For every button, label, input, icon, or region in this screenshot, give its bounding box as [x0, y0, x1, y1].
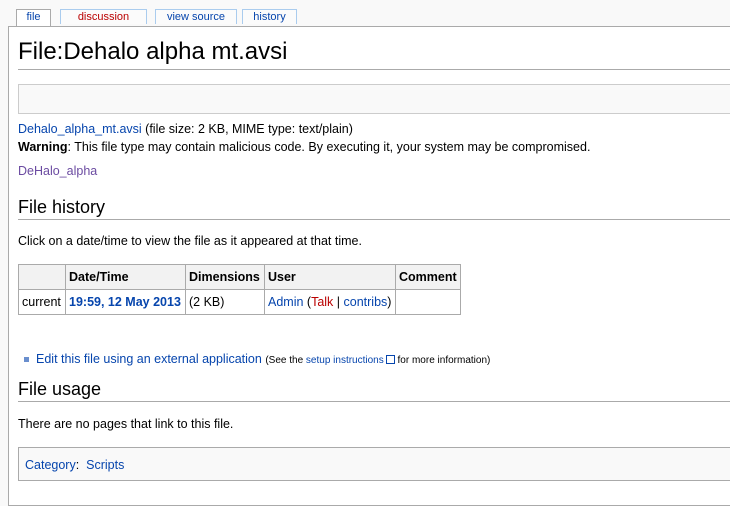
file-history-heading: File history: [18, 195, 730, 220]
tab-history-label[interactable]: history: [253, 11, 285, 23]
external-edit-note: (See the setup instructions for more inf…: [265, 355, 490, 366]
setup-instructions-link[interactable]: setup instructions: [306, 355, 384, 366]
datetime-link[interactable]: 19:59, 12 May 2013: [69, 295, 181, 309]
category-scripts-link[interactable]: Scripts: [86, 458, 124, 472]
tab-view-source-label[interactable]: view source: [167, 11, 225, 23]
bullet-icon: [24, 357, 29, 363]
related-page: DeHalo_alpha: [18, 164, 97, 178]
tab-file-label[interactable]: file: [26, 11, 40, 23]
note-suffix: for more information): [394, 355, 491, 366]
warning-label: Warning: [18, 140, 68, 154]
tab-discussion-label[interactable]: discussion: [78, 11, 129, 23]
file-usage-heading: File usage: [18, 377, 730, 402]
column-header-version: [18, 264, 66, 290]
column-header-user: User: [264, 264, 396, 290]
file-history-intro: Click on a date/time to view the file as…: [18, 234, 362, 248]
external-edit-link[interactable]: Edit this file using an external applica…: [36, 352, 262, 366]
content-area: File:Dehalo alpha mt.avsi Dehalo_alpha_m…: [8, 26, 730, 506]
user-link[interactable]: Admin: [268, 295, 303, 309]
dimensions-cell: (2 KB): [185, 289, 265, 315]
column-header-datetime: Date/Time: [65, 264, 186, 290]
column-header-comment: Comment: [395, 264, 461, 290]
version-cell: current: [18, 289, 66, 315]
user-cell: Admin (Talk | contribs): [264, 289, 396, 315]
file-info-line: Dehalo_alpha_mt.avsi (file size: 2 KB, M…: [18, 121, 353, 137]
tab-history[interactable]: history: [242, 9, 297, 24]
tab-file[interactable]: file: [16, 9, 51, 27]
comment-cell: [395, 289, 461, 315]
file-preview-box: [18, 84, 730, 114]
table-row: current 19:59, 12 May 2013 (2 KB) Admin …: [18, 289, 461, 315]
note-prefix: (See the: [265, 355, 306, 366]
tab-view-source[interactable]: view source: [155, 9, 237, 24]
category-label-link[interactable]: Category: [25, 458, 76, 472]
user-contribs-link[interactable]: contribs: [344, 295, 388, 309]
file-warning: Warning: This file type may contain mali…: [18, 139, 590, 155]
file-download-link[interactable]: Dehalo_alpha_mt.avsi: [18, 122, 142, 136]
table-header-row: Date/Time Dimensions User Comment: [18, 264, 461, 290]
related-page-link[interactable]: DeHalo_alpha: [18, 164, 97, 178]
warning-text: : This file type may contain malicious c…: [67, 140, 591, 154]
file-usage-text: There are no pages that link to this fil…: [18, 417, 234, 431]
datetime-cell: 19:59, 12 May 2013: [65, 289, 186, 315]
category-links: Category: Scripts: [18, 447, 730, 481]
user-talk-link[interactable]: Talk: [311, 295, 333, 309]
external-edit-item: Edit this file using an external applica…: [24, 352, 490, 366]
tab-discussion[interactable]: discussion: [60, 9, 147, 24]
file-details: (file size: 2 KB, MIME type: text/plain): [141, 122, 353, 136]
external-link-icon: [385, 355, 395, 364]
page-title: File:Dehalo alpha mt.avsi: [18, 37, 730, 70]
column-header-dimensions: Dimensions: [185, 264, 265, 290]
file-history-table: Date/Time Dimensions User Comment curren…: [18, 264, 461, 315]
